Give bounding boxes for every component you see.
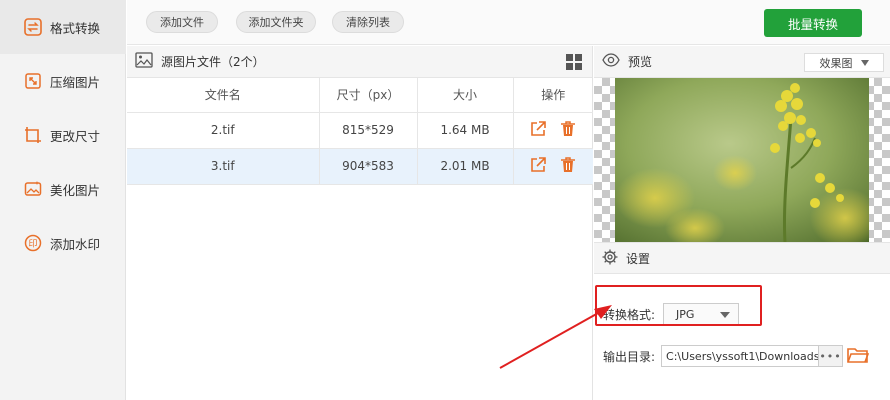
trash-icon[interactable] bbox=[559, 156, 577, 177]
column-header-actions: 操作 bbox=[513, 78, 593, 113]
resize-icon bbox=[24, 126, 42, 144]
sidebar-item-format-convert[interactable]: 格式转换 bbox=[0, 0, 126, 54]
sidebar-item-watermark[interactable]: 印 添加水印 bbox=[0, 216, 126, 270]
format-row: 转换格式: JPG bbox=[603, 301, 763, 327]
file-list-title: 源图片文件（2个） bbox=[161, 55, 265, 69]
gear-icon bbox=[602, 249, 618, 268]
convert-icon bbox=[24, 18, 42, 36]
sidebar-item-beautify[interactable]: 美化图片 bbox=[0, 162, 126, 216]
file-size-cell: 2.01 MB bbox=[417, 148, 514, 185]
browse-button[interactable]: ••• bbox=[819, 345, 844, 367]
sidebar-item-label: 压缩图片 bbox=[50, 74, 101, 90]
eye-icon bbox=[602, 53, 620, 70]
batch-convert-button[interactable]: 批量转换 bbox=[764, 9, 862, 37]
file-actions-cell bbox=[513, 112, 593, 149]
preview-mode-value: 效果图 bbox=[819, 56, 853, 70]
sidebar-item-label: 更改尺寸 bbox=[50, 128, 101, 144]
settings-title: 设置 bbox=[626, 251, 651, 266]
preview-settings-panel: 预览 效果图 设置 转换格式: JPG 输出目录: C:\Users\yssof… bbox=[594, 46, 890, 400]
file-name-cell: 3.tif bbox=[127, 148, 320, 185]
grid-view-icon[interactable] bbox=[566, 54, 582, 70]
preview-canvas bbox=[594, 78, 890, 242]
open-external-icon[interactable] bbox=[529, 156, 547, 177]
output-label: 输出目录: bbox=[603, 349, 656, 364]
image-icon bbox=[135, 52, 153, 71]
file-actions-cell bbox=[513, 148, 593, 185]
file-list-header: 源图片文件（2个） bbox=[127, 46, 592, 78]
sidebar-item-resize[interactable]: 更改尺寸 bbox=[0, 108, 126, 162]
table-row[interactable]: 2.tif 815*529 1.64 MB bbox=[127, 112, 593, 149]
file-name-cell: 2.tif bbox=[127, 112, 320, 149]
file-table: 文件名 尺寸（px） 大小 操作 2.tif 815*529 1.64 MB 3… bbox=[127, 78, 593, 185]
settings-header: 设置 bbox=[594, 242, 890, 274]
compress-icon bbox=[24, 72, 42, 90]
add-folder-button[interactable]: 添加文件夹 bbox=[236, 11, 316, 33]
column-header-dimensions[interactable]: 尺寸（px） bbox=[319, 78, 418, 113]
format-value: JPG bbox=[676, 307, 695, 321]
beautify-icon bbox=[24, 180, 42, 198]
file-list-panel: 源图片文件（2个） 文件名 尺寸（px） 大小 操作 2.tif 815*529… bbox=[127, 46, 593, 400]
sidebar-item-label: 添加水印 bbox=[50, 236, 101, 252]
clear-list-button[interactable]: 清除列表 bbox=[332, 11, 404, 33]
table-row[interactable]: 3.tif 904*583 2.01 MB bbox=[127, 148, 593, 185]
output-row: 输出目录: C:\Users\yssoft1\Downloads ••• bbox=[603, 344, 870, 368]
file-size-cell: 1.64 MB bbox=[417, 112, 514, 149]
sidebar-item-label: 美化图片 bbox=[50, 182, 101, 198]
watermark-icon: 印 bbox=[24, 234, 42, 252]
sidebar: 格式转换 压缩图片 更改尺寸 美化图片 印 添加水印 bbox=[0, 0, 126, 400]
table-header-row: 文件名 尺寸（px） 大小 操作 bbox=[127, 78, 593, 113]
preview-image bbox=[615, 78, 869, 242]
column-header-size[interactable]: 大小 bbox=[417, 78, 514, 113]
sidebar-item-compress[interactable]: 压缩图片 bbox=[0, 54, 126, 108]
format-select[interactable]: JPG bbox=[663, 303, 740, 325]
preview-mode-select[interactable]: 效果图 bbox=[804, 53, 884, 72]
toolbar: 添加文件 添加文件夹 清除列表 批量转换 bbox=[127, 0, 890, 45]
file-dimensions-cell: 904*583 bbox=[319, 148, 418, 185]
add-file-button[interactable]: 添加文件 bbox=[146, 11, 218, 33]
preview-title: 预览 bbox=[628, 55, 653, 69]
output-path-field[interactable]: C:\Users\yssoft1\Downloads bbox=[661, 345, 820, 367]
preview-header: 预览 效果图 bbox=[594, 46, 890, 78]
file-dimensions-cell: 815*529 bbox=[319, 112, 418, 149]
chevron-down-icon bbox=[860, 59, 869, 66]
format-label: 转换格式: bbox=[603, 307, 656, 322]
trash-icon[interactable] bbox=[559, 120, 577, 141]
column-header-filename[interactable]: 文件名 bbox=[127, 78, 320, 113]
folder-icon[interactable] bbox=[847, 346, 870, 367]
svg-text:印: 印 bbox=[28, 238, 37, 250]
chevron-down-icon bbox=[720, 312, 731, 318]
sidebar-item-label: 格式转换 bbox=[50, 20, 101, 36]
open-external-icon[interactable] bbox=[529, 120, 547, 141]
